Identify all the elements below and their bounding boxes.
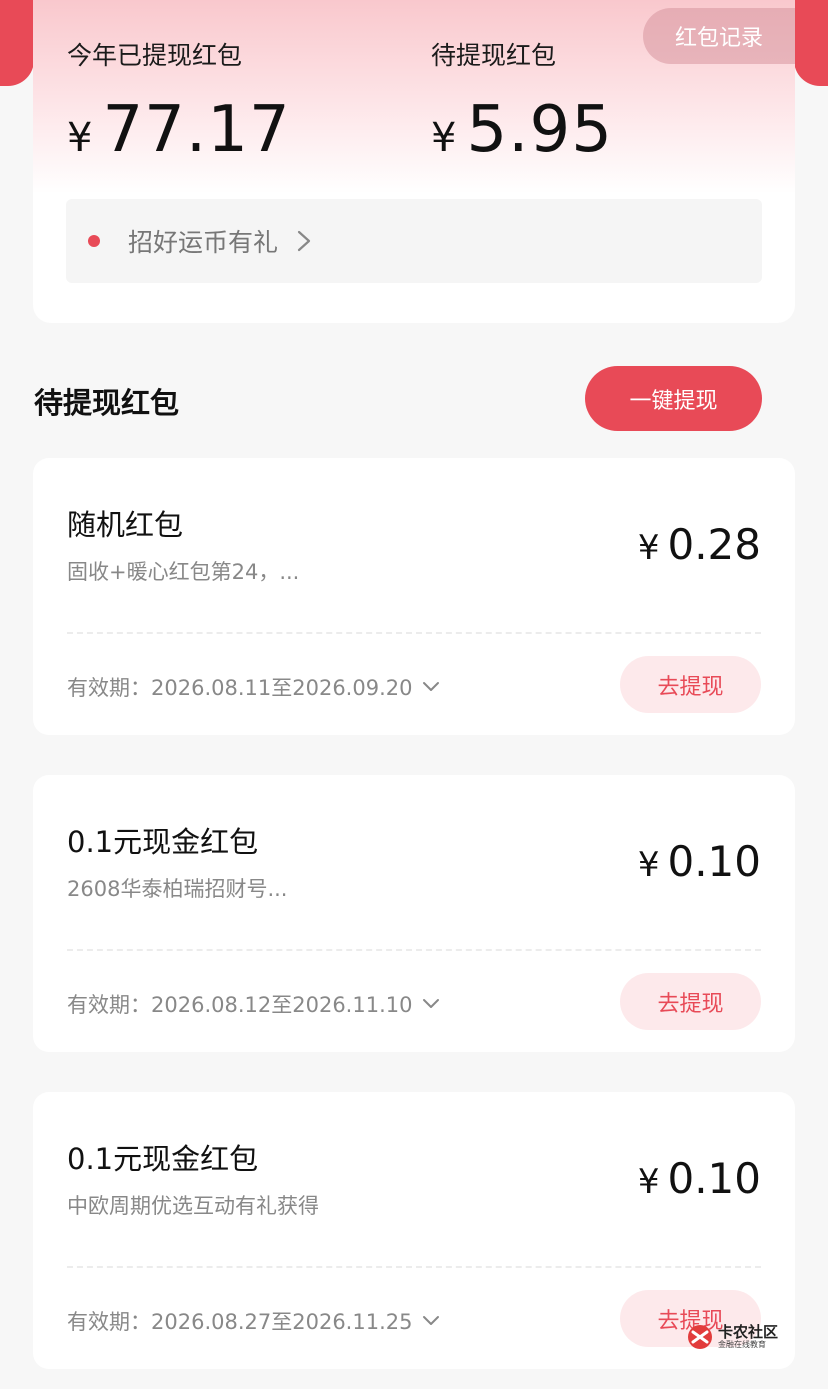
watermark-title: 卡农社区 <box>718 1322 779 1341</box>
red-dot-icon <box>88 235 100 247</box>
left-red-strip <box>0 0 34 86</box>
validity-text: 有效期：2026.08.12至2026.11.10 <box>67 993 413 1017</box>
chevron-down-icon <box>423 999 440 1008</box>
packet-desc: 中欧周期优选互动有礼获得 <box>67 1194 319 1218</box>
currency-symbol: ¥ <box>431 115 457 161</box>
section-title: 待提现红包 <box>34 386 180 420</box>
pending-stat: 待提现红包 ¥ 5.95 <box>431 36 613 162</box>
packet-amount: ¥ 0.10 <box>638 837 761 886</box>
currency-symbol: ¥ <box>637 528 660 568</box>
withdrawn-value: 77.17 <box>102 93 291 167</box>
packet-desc: 固收+暖心红包第24，... <box>67 560 300 584</box>
validity-text: 有效期：2026.08.27至2026.11.25 <box>67 1310 413 1334</box>
packet-card: 0.1元现金红包 2608华泰柏瑞招财号... ¥ 0.10 有效期：2026.… <box>33 775 795 1052</box>
withdrawn-label: 今年已提现红包 <box>67 41 243 70</box>
pending-amount: ¥ 5.95 <box>431 98 613 162</box>
packet-name: 0.1元现金红包 <box>67 825 259 859</box>
validity-toggle[interactable]: 有效期：2026.08.27至2026.11.25 <box>67 1306 440 1336</box>
chevron-right-icon <box>297 230 311 252</box>
pending-value: 5.95 <box>466 93 613 167</box>
packet-name: 随机红包 <box>67 508 184 542</box>
dashed-divider <box>67 949 761 951</box>
page: 红包记录 今年已提现红包 ¥ 77.17 待提现红包 ¥ 5.95 招好运币有礼… <box>0 0 828 1389</box>
packet-value: 0.10 <box>667 1154 761 1203</box>
chevron-down-icon <box>423 1316 440 1325</box>
currency-symbol: ¥ <box>67 115 93 161</box>
community-logo-icon <box>688 1325 712 1349</box>
right-red-strip <box>794 0 828 86</box>
promo-text: 招好运币有礼 <box>128 228 279 257</box>
withdraw-button[interactable]: 去提现 <box>620 656 761 713</box>
withdrawn-amount: ¥ 77.17 <box>67 98 291 162</box>
withdrawn-stat: 今年已提现红包 ¥ 77.17 <box>67 36 291 162</box>
withdraw-button[interactable]: 去提现 <box>620 973 761 1030</box>
red-packet-record-button[interactable]: 红包记录 <box>643 8 795 64</box>
packet-value: 0.10 <box>667 837 761 886</box>
packet-amount: ¥ 0.28 <box>638 520 761 569</box>
packet-card: 0.1元现金红包 中欧周期优选互动有礼获得 ¥ 0.10 有效期：2026.08… <box>33 1092 795 1369</box>
packet-name: 0.1元现金红包 <box>67 1142 259 1176</box>
community-watermark: 卡农社区 金融在线教育 <box>686 1320 786 1354</box>
dashed-divider <box>67 1266 761 1268</box>
watermark-subtitle: 金融在线教育 <box>718 1339 766 1349</box>
currency-symbol: ¥ <box>637 845 660 885</box>
chevron-down-icon <box>423 682 440 691</box>
packet-card: 随机红包 固收+暖心红包第24，... ¥ 0.28 有效期：2026.08.1… <box>33 458 795 735</box>
packet-desc: 2608华泰柏瑞招财号... <box>67 877 288 901</box>
validity-toggle[interactable]: 有效期：2026.08.11至2026.09.20 <box>67 672 440 702</box>
currency-symbol: ¥ <box>637 1162 660 1202</box>
one-click-withdraw-button[interactable]: 一键提现 <box>585 366 762 431</box>
pending-label: 待提现红包 <box>431 41 557 70</box>
promo-banner[interactable]: 招好运币有礼 <box>66 199 762 283</box>
summary-card: 红包记录 今年已提现红包 ¥ 77.17 待提现红包 ¥ 5.95 招好运币有礼 <box>33 0 795 323</box>
validity-text: 有效期：2026.08.11至2026.09.20 <box>67 676 413 700</box>
dashed-divider <box>67 632 761 634</box>
packet-amount: ¥ 0.10 <box>638 1154 761 1203</box>
validity-toggle[interactable]: 有效期：2026.08.12至2026.11.10 <box>67 989 440 1019</box>
packet-value: 0.28 <box>667 520 761 569</box>
